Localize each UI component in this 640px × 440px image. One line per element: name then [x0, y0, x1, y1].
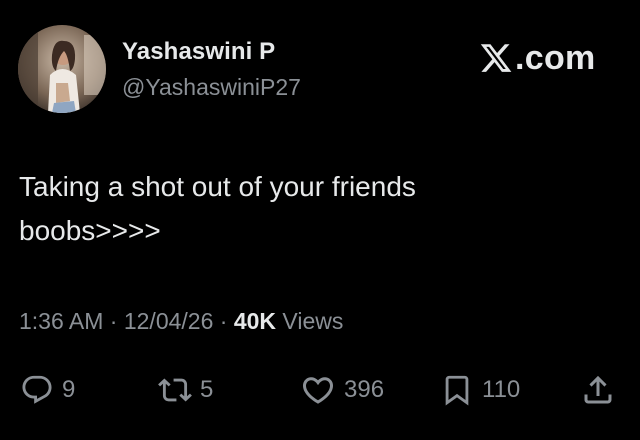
share-button[interactable] [580, 370, 616, 410]
meta-separator: · [103, 308, 124, 334]
like-count: 396 [344, 376, 385, 403]
x-logo-icon [478, 41, 514, 75]
reply-button[interactable]: 9 [20, 370, 75, 410]
reply-count: 9 [62, 376, 76, 403]
share-icon [584, 375, 612, 404]
bookmark-count: 110 [482, 376, 521, 403]
views-label: Views [282, 308, 344, 334]
tweet-text-line: Taking a shot out of your friends [19, 171, 416, 202]
profile-photo-icon [18, 25, 106, 113]
tweet-date[interactable]: 12/04/26 [124, 308, 214, 335]
tweet-text-line: boobs>>>> [19, 215, 161, 246]
display-name[interactable]: Yashaswini P [122, 38, 275, 66]
like-button[interactable]: 396 [300, 370, 384, 410]
views-count: 40K [233, 308, 277, 334]
bookmark-button[interactable]: 110 [440, 370, 520, 410]
brand-label: .com [478, 38, 596, 78]
reply-icon [22, 375, 52, 404]
tweet-time[interactable]: 1:36 AM [19, 308, 103, 335]
tweet-meta: 1:36 AM · 12/04/26 · 40K Views [19, 308, 343, 335]
tweet-card: Yashaswini P @YashaswiniP27 .com Taking … [0, 0, 640, 440]
brand-suffix: .com [515, 38, 596, 77]
repost-button[interactable]: 5 [158, 370, 213, 410]
avatar[interactable] [18, 25, 106, 113]
repost-icon [158, 378, 192, 402]
tweet-text: Taking a shot out of your friends boobs>… [19, 165, 579, 253]
repost-count: 5 [200, 376, 214, 403]
heart-icon [302, 377, 334, 404]
action-bar: 9 5 396 110 [0, 370, 640, 410]
user-handle[interactable]: @YashaswiniP27 [122, 74, 301, 101]
bookmark-icon [445, 375, 469, 406]
meta-separator: · [213, 308, 234, 334]
